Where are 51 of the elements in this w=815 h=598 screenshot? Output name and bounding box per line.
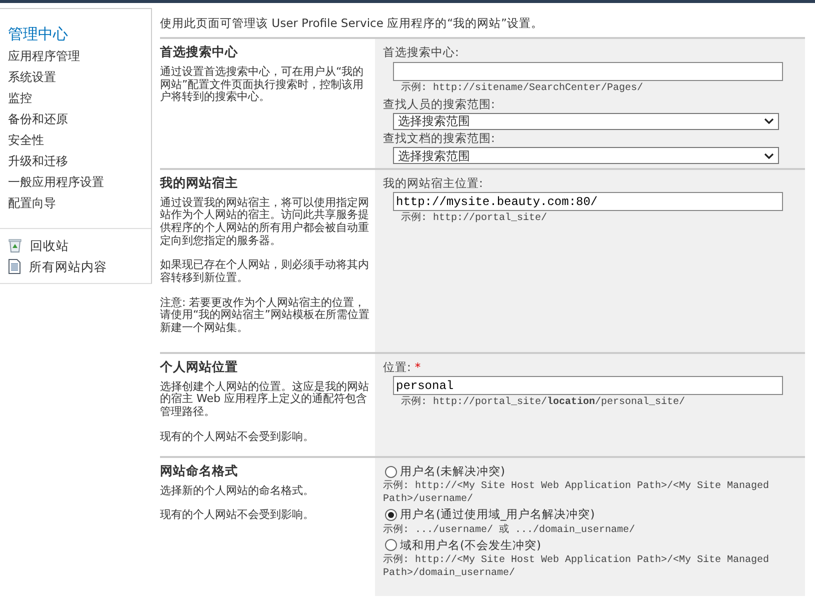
text-field[interactable] [393, 62, 783, 80]
nav-heading-link[interactable]: 管理中心 [0, 23, 151, 46]
nav-link[interactable]: 升级和迁移 [0, 150, 151, 172]
example-text: 示例: http://<My Site Host Web Application Path>/<My Site Managed Path>/username/ [383, 480, 770, 506]
section-description: 现有的个人网站不会受到影响。 [160, 509, 315, 522]
nav-link[interactable]: 一般应用程序设置 [0, 172, 151, 192]
section-description: 选择创建个人网站的位置。这应是我的网站的宿主 Web 应用程序上定义的通配符包含管理路径。 [160, 380, 370, 419]
nav-link[interactable]: 应用程序管理 [0, 46, 151, 66]
example-text: 示例: http://portal_site/ [401, 211, 548, 226]
radio-button[interactable] [385, 508, 397, 521]
radio-label[interactable]: 用户名(通过使用域_用户名解决冲突) [400, 506, 595, 524]
example-text: 示例: http://sitename/SearchCenter/Pages/ [401, 81, 644, 96]
text-field[interactable]: http://mysite.beauty.com:80/ [393, 192, 783, 212]
chevron-down-icon [764, 152, 774, 158]
section-title: 个人网站位置 [160, 358, 239, 376]
section-description: 现有的个人网站不会受到影响。 [160, 430, 315, 444]
required-mark: * [414, 360, 421, 374]
nav-link[interactable]: 所有网站内容 [29, 256, 107, 276]
page-description: 使用此页面可管理该 User Profile Service 应用程序的“我的网站”设置。 [160, 15, 544, 32]
example-text: 示例: .../username/ 或 .../domain_username/ [383, 524, 636, 536]
field-label: 查找文档的搜索范围: [383, 130, 496, 147]
example-text: 示例: http://<My Site Host Web Application Path>/<My Site Managed Path>/domain_username/ [383, 554, 770, 580]
section-description: 通过设置我的网站宿主，将可以使用指定网站作为个人网站的宿主。访问此共享服务提供程序的个人网站的所有用户都会被自动重定向到您指定的服务器。 [160, 196, 370, 248]
nav-link[interactable]: 系统设置 [0, 66, 151, 88]
field-label: 位置: [383, 360, 411, 374]
section-title: 首选搜索中心 [160, 43, 239, 62]
section-title: 我的网站宿主 [160, 174, 239, 192]
nav-link[interactable]: 配置向导 [0, 192, 151, 214]
radio-label[interactable]: 用户名(未解决冲突) [400, 463, 505, 480]
radio-label[interactable]: 域和用户名(不会发生冲突) [400, 536, 541, 554]
chevron-down-icon [764, 118, 774, 124]
section-description: 通过设置首选搜索中心，可在用户从“我的网站”配置文件页面执行搜索时，控制该用户将转到的搜索中心。 [160, 66, 365, 104]
document-icon [8, 258, 21, 274]
section-description: 如果现已存在个人网站，则必须手动将其内容转移到新位置。 [160, 259, 370, 285]
recycle-bin-icon [8, 238, 22, 252]
example-text: 示例: http://portal_site/location/personal_site/ [401, 395, 686, 410]
field-label: 查找人员的搜索范围: [383, 96, 496, 112]
text-field[interactable]: personal [393, 376, 783, 396]
dropdown[interactable]: 选择搜索范围 [393, 147, 779, 164]
dropdown[interactable]: 选择搜索范围 [393, 112, 779, 130]
nav-link[interactable]: 备份和还原 [0, 108, 151, 130]
nav-link[interactable]: 安全性 [0, 130, 151, 150]
radio-button[interactable] [385, 466, 397, 478]
field-label: 我的网站宿主位置: [383, 176, 483, 190]
section-description: 选择新的个人网站的命名格式。 [160, 484, 315, 498]
field-label: 首选搜索中心: [383, 45, 459, 60]
section-title: 网站命名格式 [160, 462, 239, 480]
radio-button[interactable] [385, 539, 397, 552]
nav-link[interactable]: 监控 [0, 88, 151, 108]
nav-link[interactable]: 回收站 [30, 234, 69, 256]
section-description: 注意: 若要更改作为个人网站宿主的位置，请使用“我的网站宿主”网站模板在所需位置新建一个网站集。 [160, 296, 370, 335]
